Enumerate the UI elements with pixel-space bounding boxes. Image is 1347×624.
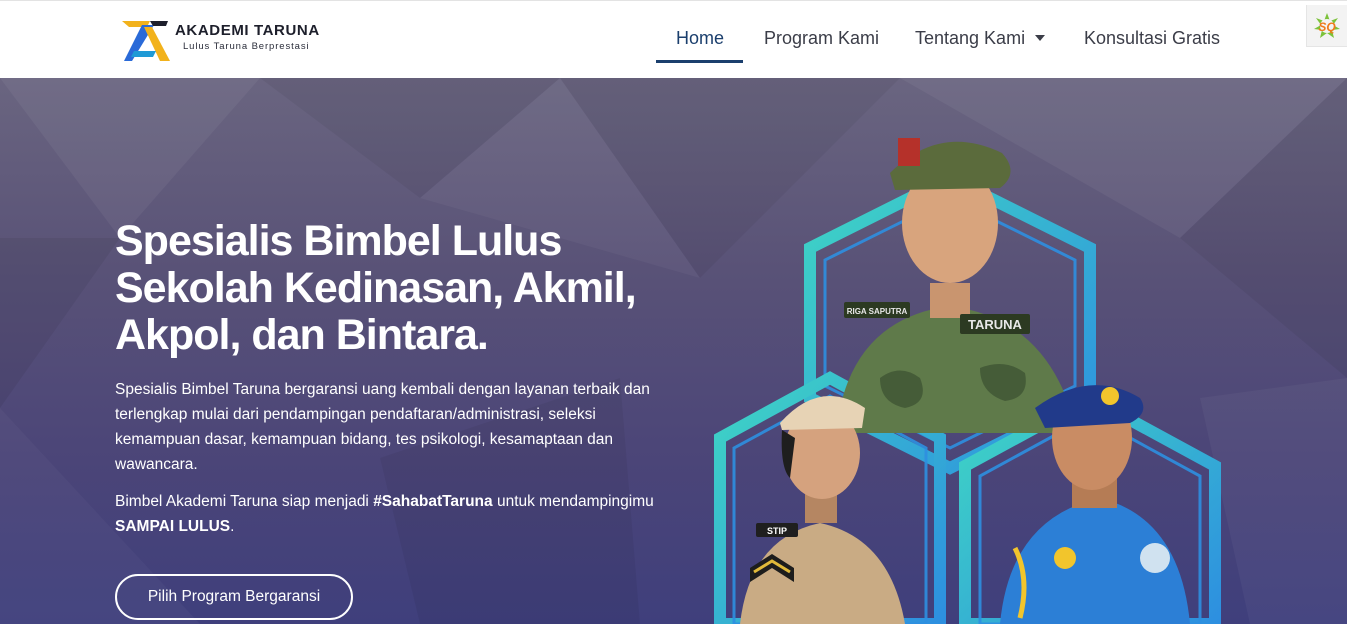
- sq-badge-label: SQ: [1318, 20, 1336, 34]
- hero-subtext: Bimbel Akademi Taruna siap menjadi #Saha…: [115, 489, 670, 539]
- nav-item-konsultasi-gratis[interactable]: Konsultasi Gratis: [1084, 28, 1220, 49]
- hero-subtext-middle: untuk mendampingimu: [492, 493, 654, 510]
- brand-name: AKADEMI TARUNA: [175, 22, 320, 39]
- akademi-taruna-logo-icon: [122, 21, 170, 61]
- hero-subtext-suffix: .: [230, 518, 235, 535]
- hero-emphasis: SAMPAI LULUS: [115, 518, 231, 535]
- army-patch-text: TARUNA: [968, 317, 1023, 332]
- hero-description: Spesialis Bimbel Taruna bergaransi uang …: [115, 381, 650, 473]
- sq-badge[interactable]: SQ: [1306, 5, 1347, 47]
- active-nav-indicator: [656, 60, 743, 63]
- hero-title: Spesialis Bimbel Lulus Sekolah Kedinasan…: [115, 217, 637, 359]
- nav-item-tentang-kami-label: Tentang Kami: [915, 28, 1026, 48]
- cadet-army-figure: RIGA SAPUTRA TARUNA: [840, 138, 1070, 433]
- nav-item-home[interactable]: Home: [676, 28, 724, 49]
- hero-subtext-prefix: Bimbel Akademi Taruna siap menjadi: [115, 493, 374, 510]
- hero-hashtag: #SahabatTaruna: [373, 493, 493, 510]
- brand-logo-link[interactable]: AKADEMI TARUNA Lulus Taruna Berprestasi: [120, 17, 340, 63]
- nav-item-tentang-kami[interactable]: Tentang Kami: [915, 28, 1046, 49]
- nav-item-program-kami[interactable]: Program Kami: [764, 28, 879, 49]
- khaki-collar-badge-text: STIP: [767, 526, 787, 536]
- sq-badge-icon: SQ: [1314, 13, 1340, 38]
- cta-pilih-program-button[interactable]: Pilih Program Bergaransi: [115, 574, 353, 620]
- site-header: AKADEMI TARUNA Lulus Taruna Berprestasi …: [0, 0, 1347, 78]
- caret-down-icon: [1035, 35, 1046, 41]
- army-nametag-text: RIGA SAPUTRA: [847, 307, 908, 316]
- brand-tagline: Lulus Taruna Berprestasi: [183, 41, 310, 52]
- hero-section: Spesialis Bimbel Lulus Sekolah Kedinasan…: [0, 78, 1347, 624]
- hero-cadets-illustration: RIGA SAPUTRA TARUNA STIP: [714, 138, 1221, 624]
